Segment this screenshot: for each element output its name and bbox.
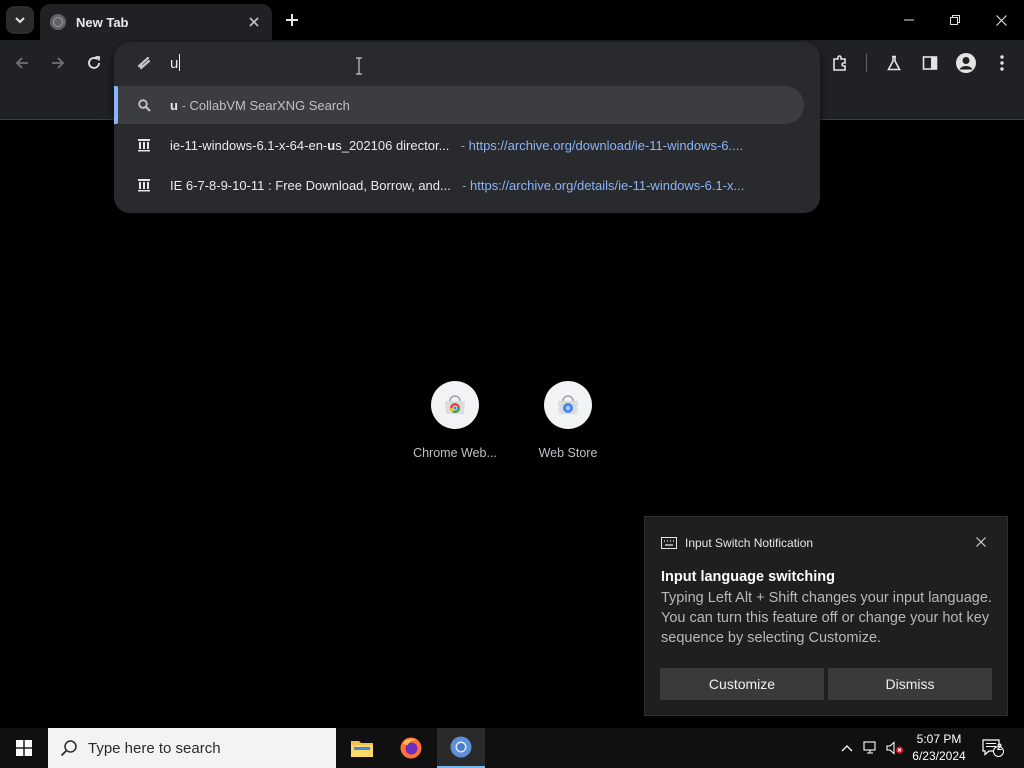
chrome-web-store-icon <box>431 381 479 429</box>
suggestion-title-rest: s_202106 director... <box>335 137 450 153</box>
search-icon <box>60 740 77 757</box>
close-window-button[interactable] <box>978 0 1024 40</box>
windows-logo-icon <box>16 740 32 756</box>
volume-muted-icon <box>886 741 903 755</box>
web-store-icon <box>544 381 592 429</box>
minimize-button[interactable] <box>886 0 932 40</box>
omnibox-dropdown: u u - CollabVM SearXNG Search ie-11-wind… <box>114 42 820 213</box>
taskbar-file-explorer[interactable] <box>338 728 386 768</box>
suggestion-title: ie-11-windows-6.1-x-64-en- <box>170 137 328 153</box>
omnibox-input[interactable]: u <box>114 42 820 84</box>
notification-close-button[interactable] <box>973 534 989 550</box>
restore-button[interactable] <box>932 0 978 40</box>
notification-title: Input language switching <box>661 569 835 585</box>
close-icon <box>976 537 986 547</box>
keyboard-icon <box>661 537 677 549</box>
input-switch-notification: Input Switch Notification Input language… <box>644 516 1008 716</box>
volume-tray-button[interactable] <box>884 728 906 768</box>
globe-icon <box>50 14 66 30</box>
tab-title: New Tab <box>76 14 129 30</box>
arrow-right-icon <box>52 57 65 69</box>
tab-search-button[interactable] <box>6 6 34 34</box>
taskbar-search-placeholder: Type here to search <box>88 739 221 757</box>
suggestion-search[interactable]: u - CollabVM SearXNG Search <box>114 86 804 124</box>
clock-date: 6/23/2024 <box>912 749 966 763</box>
extensions-button[interactable] <box>827 50 853 76</box>
taskbar-firefox[interactable] <box>387 728 435 768</box>
show-hidden-icons-button[interactable] <box>836 728 858 768</box>
suggestion-history-2[interactable]: IE 6-7-8-9-10-11 : Free Download, Borrow… <box>114 166 804 204</box>
notification-count-badge: 2 <box>997 742 1003 752</box>
side-panel-button[interactable] <box>917 50 943 76</box>
chevron-up-icon <box>841 745 853 752</box>
restore-icon <box>950 15 960 25</box>
side-panel-icon <box>922 56 938 70</box>
labs-button[interactable] <box>881 50 907 76</box>
shortcut-label: Web Store <box>538 446 598 460</box>
suggestion-title: IE 6-7-8-9-10-11 : Free Download, Borrow… <box>170 177 451 193</box>
close-icon <box>995 14 1007 26</box>
suggestion-separator: - <box>177 97 190 113</box>
taskbar: Type here to search 5:07 PM 6/23/2024 2 <box>0 728 1024 768</box>
folder-icon <box>351 741 373 757</box>
new-tab-button[interactable] <box>280 8 304 32</box>
suggestion-history-1[interactable]: ie-11-windows-6.1-x-64-en-us_202106 dire… <box>114 126 804 164</box>
shortcut-chrome-web-store[interactable]: Chrome Web... <box>407 381 503 471</box>
firefox-icon <box>400 737 422 759</box>
avatar-icon <box>956 53 976 73</box>
search-icon <box>136 97 152 113</box>
dismiss-button[interactable]: Dismiss <box>828 668 992 700</box>
suggestion-separator: - <box>458 177 471 193</box>
shortcut-label: Chrome Web... <box>413 446 497 460</box>
shortcut-web-store[interactable]: Web Store <box>520 381 616 471</box>
puzzle-icon <box>833 55 846 71</box>
back-button[interactable] <box>8 49 36 77</box>
menu-button[interactable] <box>989 50 1015 76</box>
network-tray-button[interactable] <box>860 728 882 768</box>
suggestion-engine: CollabVM SearXNG Search <box>189 97 350 113</box>
archive-org-icon <box>136 137 152 153</box>
toolbar-divider <box>866 54 867 72</box>
chrome-icon <box>450 736 472 758</box>
browser-titlebar: New Tab <box>0 0 1024 40</box>
customize-button[interactable]: Customize <box>660 668 824 700</box>
taskbar-clock[interactable]: 5:07 PM 6/23/2024 <box>904 731 974 765</box>
searxng-icon <box>137 56 151 70</box>
suggestion-url: https://archive.org/details/ie-11-window… <box>470 177 745 193</box>
text-cursor-icon <box>356 57 362 75</box>
minimize-icon <box>904 19 914 21</box>
plus-icon <box>286 14 298 26</box>
reload-button[interactable] <box>80 49 108 77</box>
suggestion-separator: - <box>457 137 469 153</box>
start-button[interactable] <box>0 728 48 768</box>
omnibox-typed-text: u <box>170 54 181 72</box>
clock-time: 5:07 PM <box>916 732 962 746</box>
arrow-left-icon <box>15 57 28 69</box>
network-icon <box>863 741 876 754</box>
notification-app-name: Input Switch Notification <box>685 536 814 550</box>
archive-org-icon <box>136 177 152 193</box>
suggestion-url: https://archive.org/download/ie-11-windo… <box>468 137 743 153</box>
tab-close-button[interactable] <box>246 14 262 30</box>
profile-button[interactable] <box>953 50 979 76</box>
taskbar-search-box[interactable]: Type here to search <box>48 728 336 768</box>
suggestion-query: u <box>170 97 178 113</box>
more-vertical-icon <box>1000 55 1004 71</box>
reload-icon <box>88 56 100 69</box>
tab-new-tab[interactable]: New Tab <box>40 4 272 40</box>
chevron-down-icon <box>15 17 25 24</box>
flask-icon <box>887 55 901 71</box>
notification-body: Typing Left Alt + Shift changes your inp… <box>661 590 992 646</box>
taskbar-chrome[interactable] <box>437 728 485 768</box>
close-icon <box>249 17 259 27</box>
action-center-button[interactable]: 2 <box>978 728 1008 768</box>
forward-button[interactable] <box>44 49 72 77</box>
